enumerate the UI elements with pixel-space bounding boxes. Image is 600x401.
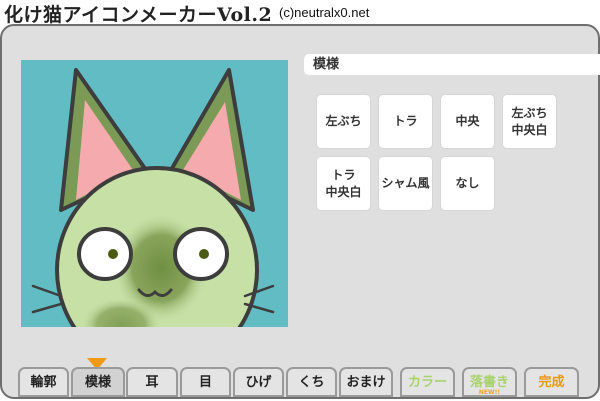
new-badge: NEW!! [478,389,501,396]
section-label: 模様 [304,54,600,75]
left-pupil [108,249,118,259]
pattern-option-left-spot-center-white[interactable]: 左ぶち 中央白 [503,95,556,148]
pattern-option-tabby-center-white[interactable]: トラ 中央白 [317,157,370,210]
tab-extras[interactable]: おまけ [339,367,393,397]
tab-color[interactable]: カラー [400,367,455,397]
pattern-option-center[interactable]: 中央 [441,95,494,148]
tab-finish[interactable]: 完成 [524,367,579,397]
left-eye [77,227,133,281]
tab-whiskers[interactable]: ひげ [233,367,284,397]
credit-text: (c)neutralx0.net [279,5,370,20]
tab-pattern[interactable]: 模様 [71,367,125,397]
pattern-option-tabby[interactable]: トラ [379,95,432,148]
pattern-option-none[interactable]: なし [441,157,494,210]
pattern-option-left-spot[interactable]: 左ぶち [317,95,370,148]
tab-mouth[interactable]: くち [286,367,337,397]
right-pupil [199,249,209,259]
pattern-option-siamese[interactable]: シャム風 [379,157,432,210]
icon-preview [21,60,288,327]
tab-eyes[interactable]: 目 [180,367,231,397]
tab-outline[interactable]: 輪郭 [18,367,69,397]
cat-face-illustration [31,68,275,327]
app-title: 化け猫アイコンメーカーVol.2 [4,4,273,26]
tab-doodle[interactable]: 落書き NEW!! [462,367,517,397]
tab-ears[interactable]: 耳 [126,367,178,397]
